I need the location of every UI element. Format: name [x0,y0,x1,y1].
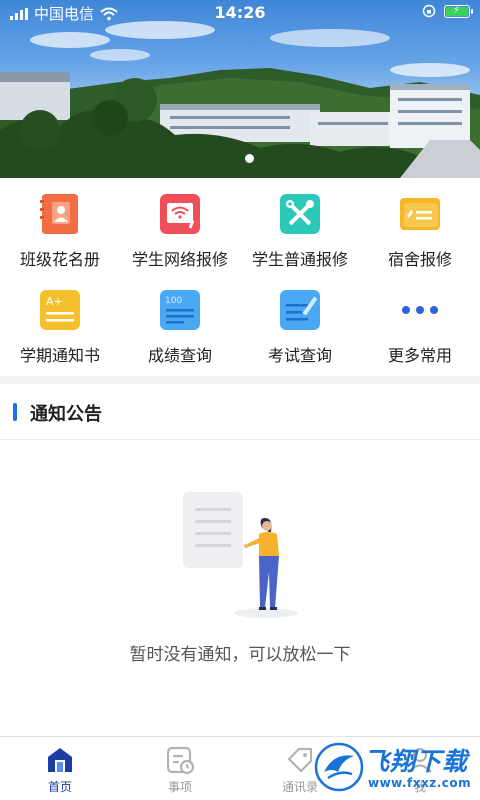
function-score-query[interactable]: 100 成绩查询 [120,274,240,370]
function-network-repair[interactable]: 学生网络报修 [120,178,240,274]
function-label: 学生网络报修 [131,250,228,269]
function-exam-query[interactable]: 考试查询 [240,274,360,370]
contacts-icon [287,747,313,773]
tab-label: 事项 [167,780,192,794]
watermark-url: www.fxxz.com [368,776,472,790]
home-icon [48,748,72,772]
function-label: 学期通知书 [19,346,100,365]
function-more[interactable]: 更多常用 [360,274,480,370]
dorm-repair-icon [400,198,440,230]
campus-photo [0,21,480,178]
score-query-icon: 100 [160,290,200,330]
roster-icon [40,194,78,234]
carousel-dot[interactable] [245,154,254,163]
tab-label: 首页 [47,780,72,794]
watermark-logo-icon [314,742,364,792]
more-icon [402,306,438,314]
empty-illustration [183,492,298,618]
function-label: 宿舍报修 [387,250,452,269]
site-watermark: 飞翔下载 www.fxxz.com [312,738,480,800]
function-grid: 班级花名册 学生网络报修 学生普通报修 宿舍报修 A+ 学期通知书 100 成绩… [0,178,480,376]
function-label: 成绩查询 [147,346,212,365]
tab-matters[interactable]: 事项 [120,737,240,800]
schedule-icon [166,746,195,775]
function-label: 考试查询 [267,346,332,365]
hero-banner[interactable]: 中国电信 14:26 ⚡ [0,0,480,178]
function-class-roster[interactable]: 班级花名册 [0,178,120,274]
empty-message: 暂时没有通知，可以放松一下 [129,645,351,665]
function-label: 学生普通报修 [251,250,348,269]
clock: 14:26 [214,3,266,22]
report-card-icon: A+ [40,290,80,330]
section-divider [0,376,480,384]
notice-empty-state: 暂时没有通知，可以放松一下 [0,440,480,736]
watermark-brand: 飞翔下载 [364,747,469,776]
svg-text:100: 100 [165,296,182,306]
section-accent-bar [13,403,17,421]
status-bar: 中国电信 14:26 ⚡ [0,0,480,26]
battery-icon: ⚡ [444,4,473,18]
svg-text:A+: A+ [46,295,63,308]
function-general-repair[interactable]: 学生普通报修 [240,178,360,274]
rotation-lock-icon [422,4,436,18]
network-repair-icon [160,194,200,234]
notice-title: 通知公告 [30,404,102,425]
function-semester-report[interactable]: A+ 学期通知书 [0,274,120,370]
function-label: 更多常用 [387,346,452,365]
tools-repair-icon [280,194,320,234]
notice-header: 通知公告 [0,384,480,440]
function-label: 班级花名册 [19,250,100,269]
function-dorm-repair[interactable]: 宿舍报修 [360,178,480,274]
exam-query-icon [280,290,320,330]
tab-home[interactable]: 首页 [0,737,120,800]
